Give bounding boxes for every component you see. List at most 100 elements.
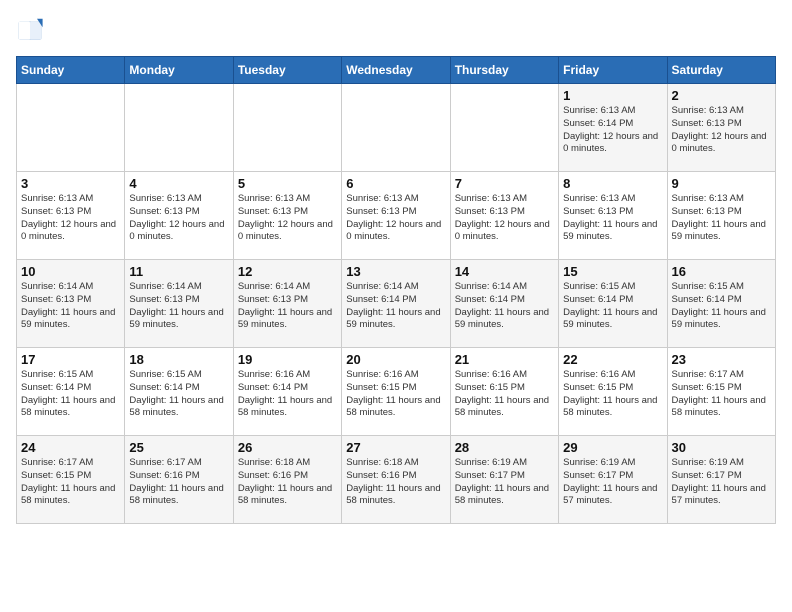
day-cell-16: 16 Sunrise: 6:15 AM Sunset: 6:14 PM Dayli…	[667, 260, 775, 348]
day-number: 3	[21, 176, 120, 191]
day-cell-21: 21 Sunrise: 6:16 AM Sunset: 6:15 PM Dayli…	[450, 348, 558, 436]
logo	[16, 16, 48, 44]
week-row-3: 10Sunrise: 6:14 AM Sunset: 6:13 PM Dayli…	[17, 260, 776, 348]
day-info: Sunrise: 6:13 AM Sunset: 6:13 PM Dayligh…	[129, 193, 228, 244]
day-info: Sunrise: 6:13 AM Sunset: 6:13 PM Dayligh…	[672, 105, 771, 156]
day-number: 23	[672, 352, 771, 367]
day-cell-22: 22 Sunrise: 6:16 AM Sunset: 6:15 PM Dayli…	[559, 348, 667, 436]
day-number: 12	[238, 264, 337, 279]
day-cell-19: 19Sunrise: 6:16 AM Sunset: 6:14 PM Dayli…	[233, 348, 341, 436]
day-cell-2: 2 Sunrise: 6:13 AM Sunset: 6:13 PM Daylig…	[667, 84, 775, 172]
day-info: Sunrise: 6:15 AM Sunset: 6:14 PM Dayligh…	[563, 281, 662, 332]
day-info: Sunrise: 6:13 AM Sunset: 6:13 PM Dayligh…	[346, 193, 445, 244]
day-cell-23: 23Sunrise: 6:17 AM Sunset: 6:15 PM Dayli…	[667, 348, 775, 436]
day-number: 4	[129, 176, 228, 191]
day-info: Sunrise: 6:19 AM Sunset: 6:17 PM Dayligh…	[672, 457, 771, 508]
days-header-row: SundayMondayTuesdayWednesdayThursdayFrid…	[17, 57, 776, 84]
day-info: Sunrise: 6:17 AM Sunset: 6:16 PM Dayligh…	[129, 457, 228, 508]
day-cell-27: 27Sunrise: 6:18 AM Sunset: 6:16 PM Dayli…	[342, 436, 450, 524]
day-cell-13: 13 Sunrise: 6:14 AM Sunset: 6:14 PM Dayli…	[342, 260, 450, 348]
page-header	[16, 16, 776, 44]
col-header-monday: Monday	[125, 57, 233, 84]
week-row-5: 24 Sunrise: 6:17 AM Sunset: 6:15 PM Dayli…	[17, 436, 776, 524]
day-info: Sunrise: 6:16 AM Sunset: 6:15 PM Dayligh…	[455, 369, 554, 420]
day-info: Sunrise: 6:16 AM Sunset: 6:14 PM Dayligh…	[238, 369, 337, 420]
calendar-table: SundayMondayTuesdayWednesdayThursdayFrid…	[16, 56, 776, 524]
day-cell-14: 14 Sunrise: 6:14 AM Sunset: 6:14 PM Dayli…	[450, 260, 558, 348]
col-header-friday: Friday	[559, 57, 667, 84]
day-cell-12: 12 Sunrise: 6:14 AM Sunset: 6:13 PM Dayli…	[233, 260, 341, 348]
empty-cell	[342, 84, 450, 172]
day-number: 18	[129, 352, 228, 367]
day-cell-4: 4 Sunrise: 6:13 AM Sunset: 6:13 PM Daylig…	[125, 172, 233, 260]
day-cell-5: 5 Sunrise: 6:13 AM Sunset: 6:13 PM Daylig…	[233, 172, 341, 260]
day-number: 28	[455, 440, 554, 455]
day-number: 24	[21, 440, 120, 455]
day-number: 8	[563, 176, 662, 191]
day-cell-11: 11 Sunrise: 6:14 AM Sunset: 6:13 PM Dayli…	[125, 260, 233, 348]
day-cell-6: 6 Sunrise: 6:13 AM Sunset: 6:13 PM Daylig…	[342, 172, 450, 260]
day-number: 26	[238, 440, 337, 455]
day-number: 20	[346, 352, 445, 367]
day-cell-7: 7 Sunrise: 6:13 AM Sunset: 6:13 PM Daylig…	[450, 172, 558, 260]
logo-icon	[16, 16, 44, 44]
day-info: Sunrise: 6:14 AM Sunset: 6:14 PM Dayligh…	[455, 281, 554, 332]
day-number: 6	[346, 176, 445, 191]
week-row-2: 3 Sunrise: 6:13 AM Sunset: 6:13 PM Daylig…	[17, 172, 776, 260]
day-number: 2	[672, 88, 771, 103]
day-cell-10: 10Sunrise: 6:14 AM Sunset: 6:13 PM Dayli…	[17, 260, 125, 348]
day-number: 30	[672, 440, 771, 455]
day-cell-29: 29Sunrise: 6:19 AM Sunset: 6:17 PM Dayli…	[559, 436, 667, 524]
day-number: 9	[672, 176, 771, 191]
day-number: 16	[672, 264, 771, 279]
day-info: Sunrise: 6:14 AM Sunset: 6:13 PM Dayligh…	[129, 281, 228, 332]
day-info: Sunrise: 6:13 AM Sunset: 6:13 PM Dayligh…	[455, 193, 554, 244]
day-info: Sunrise: 6:14 AM Sunset: 6:13 PM Dayligh…	[238, 281, 337, 332]
day-cell-3: 3 Sunrise: 6:13 AM Sunset: 6:13 PM Daylig…	[17, 172, 125, 260]
day-cell-28: 28 Sunrise: 6:19 AM Sunset: 6:17 PM Dayli…	[450, 436, 558, 524]
day-number: 11	[129, 264, 228, 279]
col-header-tuesday: Tuesday	[233, 57, 341, 84]
day-number: 22	[563, 352, 662, 367]
week-row-4: 17 Sunrise: 6:15 AM Sunset: 6:14 PM Dayli…	[17, 348, 776, 436]
week-row-1: 1Sunrise: 6:13 AM Sunset: 6:14 PM Daylig…	[17, 84, 776, 172]
day-number: 15	[563, 264, 662, 279]
day-cell-17: 17 Sunrise: 6:15 AM Sunset: 6:14 PM Dayli…	[17, 348, 125, 436]
day-info: Sunrise: 6:17 AM Sunset: 6:15 PM Dayligh…	[21, 457, 120, 508]
day-cell-24: 24 Sunrise: 6:17 AM Sunset: 6:15 PM Dayli…	[17, 436, 125, 524]
day-number: 14	[455, 264, 554, 279]
day-info: Sunrise: 6:13 AM Sunset: 6:13 PM Dayligh…	[563, 193, 662, 244]
day-info: Sunrise: 6:18 AM Sunset: 6:16 PM Dayligh…	[346, 457, 445, 508]
day-info: Sunrise: 6:14 AM Sunset: 6:13 PM Dayligh…	[21, 281, 120, 332]
day-number: 5	[238, 176, 337, 191]
day-info: Sunrise: 6:13 AM Sunset: 6:13 PM Dayligh…	[21, 193, 120, 244]
day-info: Sunrise: 6:13 AM Sunset: 6:13 PM Dayligh…	[238, 193, 337, 244]
day-number: 13	[346, 264, 445, 279]
day-number: 17	[21, 352, 120, 367]
col-header-sunday: Sunday	[17, 57, 125, 84]
col-header-saturday: Saturday	[667, 57, 775, 84]
day-info: Sunrise: 6:16 AM Sunset: 6:15 PM Dayligh…	[563, 369, 662, 420]
day-info: Sunrise: 6:15 AM Sunset: 6:14 PM Dayligh…	[21, 369, 120, 420]
day-cell-20: 20Sunrise: 6:16 AM Sunset: 6:15 PM Dayli…	[342, 348, 450, 436]
day-number: 29	[563, 440, 662, 455]
col-header-thursday: Thursday	[450, 57, 558, 84]
day-number: 25	[129, 440, 228, 455]
day-cell-1: 1Sunrise: 6:13 AM Sunset: 6:14 PM Daylig…	[559, 84, 667, 172]
col-header-wednesday: Wednesday	[342, 57, 450, 84]
day-cell-18: 18 Sunrise: 6:15 AM Sunset: 6:14 PM Dayli…	[125, 348, 233, 436]
day-cell-26: 26Sunrise: 6:18 AM Sunset: 6:16 PM Dayli…	[233, 436, 341, 524]
day-cell-25: 25 Sunrise: 6:17 AM Sunset: 6:16 PM Dayli…	[125, 436, 233, 524]
empty-cell	[17, 84, 125, 172]
day-info: Sunrise: 6:15 AM Sunset: 6:14 PM Dayligh…	[129, 369, 228, 420]
day-cell-15: 15 Sunrise: 6:15 AM Sunset: 6:14 PM Dayli…	[559, 260, 667, 348]
day-info: Sunrise: 6:19 AM Sunset: 6:17 PM Dayligh…	[455, 457, 554, 508]
day-number: 7	[455, 176, 554, 191]
empty-cell	[125, 84, 233, 172]
day-cell-9: 9Sunrise: 6:13 AM Sunset: 6:13 PM Daylig…	[667, 172, 775, 260]
day-info: Sunrise: 6:15 AM Sunset: 6:14 PM Dayligh…	[672, 281, 771, 332]
day-cell-8: 8 Sunrise: 6:13 AM Sunset: 6:13 PM Daylig…	[559, 172, 667, 260]
day-info: Sunrise: 6:14 AM Sunset: 6:14 PM Dayligh…	[346, 281, 445, 332]
empty-cell	[450, 84, 558, 172]
day-number: 21	[455, 352, 554, 367]
